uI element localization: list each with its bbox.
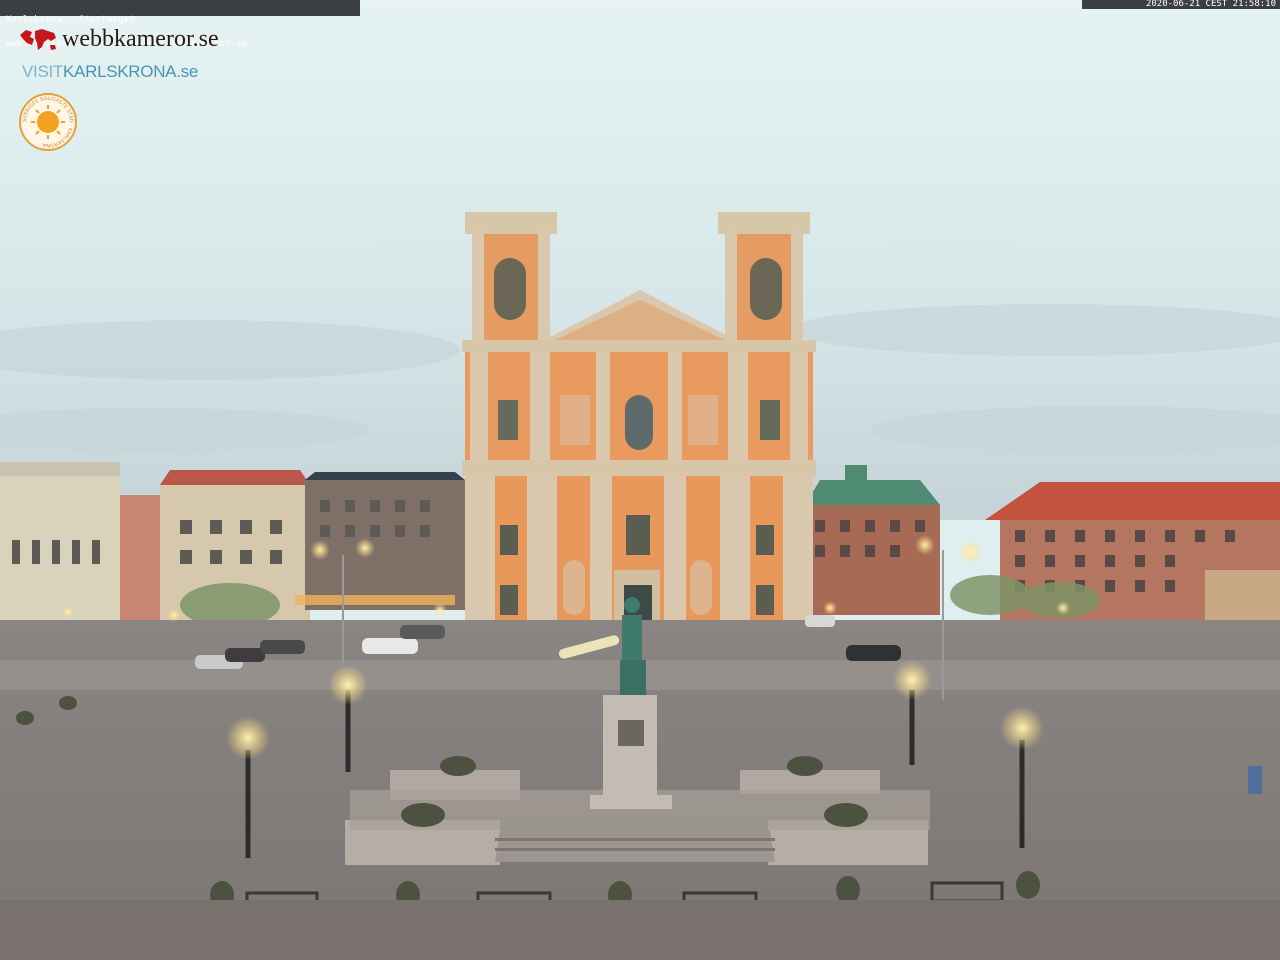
- world-map-icon: [20, 28, 56, 50]
- sun-seal-icon: SVERIGES SOLIGASTE STAD · KARLSKRONA: [19, 93, 77, 151]
- timestamp: 2020-06-21 CEST 21:58:10: [1082, 0, 1280, 9]
- visit-main: KARLSKRONA.se: [63, 62, 198, 81]
- visitkarlskrona-logo: VISITKARLSKRONA.se: [22, 62, 198, 82]
- parking-sign: [1248, 766, 1262, 794]
- shop-lights: [295, 595, 455, 605]
- foreground-pavement: [0, 900, 1280, 960]
- webbkameror-text: webbkameror.se: [62, 26, 219, 52]
- camera-caption: Karlskrona - Stortorget www.visitkarlskr…: [0, 0, 360, 49]
- caption-location: Karlskrona - Stortorget: [6, 15, 136, 25]
- webcam-scene: [0, 0, 1280, 960]
- visit-prefix: VISIT: [22, 62, 64, 81]
- webbkameror-logo: webbkameror.se: [18, 26, 219, 53]
